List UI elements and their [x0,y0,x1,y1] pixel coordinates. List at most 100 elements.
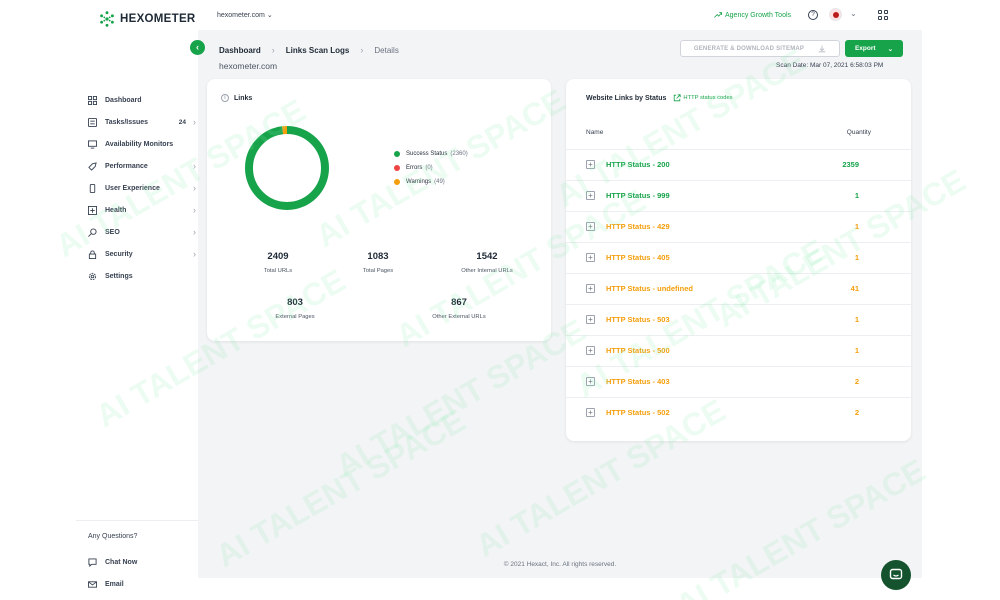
chevron-right-icon: › [271,45,275,55]
sidebar-item-user-experience[interactable]: User Experience › [88,177,196,199]
status-card-title: Website Links by Status HTTP status code… [586,94,733,102]
expand-plus-icon[interactable]: + [586,377,595,386]
status-name: HTTP Status - 403 [606,377,670,386]
hexometer-logo-icon [100,11,114,27]
expand-plus-icon[interactable]: + [586,346,595,355]
expand-plus-icon[interactable]: + [586,315,595,324]
sidebar-item-security[interactable]: Security › [88,243,196,265]
sidebar-item-dashboard[interactable]: Dashboard [88,89,196,111]
table-row[interactable]: + HTTP Status - 503 1 [566,304,911,335]
sidebar-footer: Any Questions? Chat Now Email [76,520,198,595]
column-header-name: Name [586,129,604,136]
chevron-right-icon: › [193,227,196,237]
expand-plus-icon[interactable]: + [586,191,595,200]
sidebar-item-availability[interactable]: Availability Monitors [88,133,196,155]
expand-plus-icon[interactable]: + [586,160,595,169]
status-quantity: 2 [854,377,859,386]
legend-label: Success Status [406,151,448,157]
table-row[interactable]: + HTTP Status - 502 2 [566,397,911,428]
table-row[interactable]: + HTTP Status - 999 1 [566,180,911,211]
status-name: HTTP Status - 500 [606,346,670,355]
export-label: Export [854,45,876,52]
questions-title: Any Questions? [88,533,138,540]
sidebar-item-tasks[interactable]: Tasks/Issues 24 › [88,111,196,133]
stat-other-internal: 1542 Other Internal URLs [437,251,537,274]
stat-label: Other External URLs [432,314,486,320]
expand-plus-icon[interactable]: + [586,253,595,262]
chat-widget-button[interactable] [881,560,911,590]
stat-value: 1083 [367,251,389,262]
sidebar: HEXOMETER Dashboard Tasks/Issues 24 › Av… [76,0,198,600]
chevron-down-icon[interactable]: ⌄ [850,9,857,18]
search-icon [88,227,97,237]
stat-total-pages: 1083 Total Pages [328,251,428,274]
generate-sitemap-button[interactable]: GENERATE & DOWNLOAD SITEMAP [680,40,840,57]
agency-growth-tools-link[interactable]: Agency Growth Tools [714,11,791,19]
sidebar-item-label: Security [105,250,133,258]
stat-value: 867 [451,297,467,308]
chevron-right-icon: › [360,45,364,55]
back-button[interactable]: ‹ [190,40,205,55]
table-row[interactable]: + HTTP Status - undefined 41 [566,273,911,304]
sidebar-item-label: Dashboard [105,96,142,104]
logo[interactable]: HEXOMETER [98,10,196,28]
sidebar-item-health[interactable]: Health › [88,199,196,221]
links-donut-chart [245,126,329,210]
table-row[interactable]: + HTTP Status - 403 2 [566,366,911,397]
gear-icon [88,272,97,281]
scan-date: Scan Date: Mar 07, 2021 6:58:03 PM [776,62,884,69]
table-row[interactable]: + HTTP Status - 429 1 [566,211,911,242]
http-status-codes-label: HTTP status codes [683,95,733,101]
breadcrumb-dashboard[interactable]: Dashboard [219,46,261,55]
breadcrumb-links-scan-logs[interactable]: Links Scan Logs [286,46,350,55]
mobile-icon [88,183,97,193]
status-quantity: 41 [850,284,859,293]
stat-value: 803 [287,297,303,308]
sidebar-item-seo[interactable]: SEO › [88,221,196,243]
chat-now-label: Chat Now [105,558,138,566]
domain-select[interactable]: hexometer.com ⌄ [217,11,273,19]
mail-icon [88,580,97,589]
table-row[interactable]: + HTTP Status - 200 2359 [566,149,911,180]
email-label: Email [105,580,124,588]
status-name: HTTP Status - 999 [606,191,670,200]
tasks-icon [88,117,97,127]
column-header-quantity: Quantity [846,129,871,136]
expand-plus-icon[interactable]: + [586,222,595,231]
expand-plus-icon[interactable]: + [586,284,595,293]
status-name: HTTP Status - 429 [606,222,670,231]
legend-warnings: Warnings (49) [394,175,468,189]
status-quantity: 1 [854,253,859,262]
status-quantity: 1 [854,222,859,231]
links-legend: Success Status (2360) Errors (0) Warning… [394,147,468,189]
avatar[interactable] [829,8,842,21]
table-row[interactable]: + HTTP Status - 500 1 [566,335,911,366]
legend-count: (2360) [450,151,468,157]
expand-plus-icon[interactable]: + [586,408,595,417]
sidebar-item-label: Performance [105,162,148,170]
sidebar-item-label: SEO [105,228,120,236]
sidebar-item-settings[interactable]: Settings [88,265,196,287]
legend-dot-errors [394,165,400,171]
status-quantity: 2 [854,408,859,417]
help-icon[interactable]: ? [808,10,818,20]
stat-label: External Pages [275,314,315,320]
email-link[interactable]: Email [88,573,198,595]
monitor-icon [88,139,97,149]
sidebar-item-performance[interactable]: Performance › [88,155,196,177]
chevron-right-icon: › [193,161,196,171]
status-name: HTTP Status - undefined [606,284,693,293]
stat-label: Other Internal URLs [461,268,513,274]
export-button[interactable]: Export ⌄ [845,40,903,57]
info-icon[interactable]: i [221,94,229,102]
chat-now-link[interactable]: Chat Now [88,551,198,573]
apps-grid-icon[interactable] [878,10,888,20]
top-header: hexometer.com ⌄ Agency Growth Tools ? ⌄ [198,0,922,30]
links-card: i Links Success Status (2360) Errors (0)… [207,79,551,341]
legend-dot-success [394,151,400,157]
table-row[interactable]: + HTTP Status - 405 1 [566,242,911,273]
sidebar-item-label: Health [105,206,127,214]
http-status-codes-link[interactable]: HTTP status codes [673,94,733,102]
legend-errors: Errors (0) [394,161,468,175]
lock-icon [88,249,97,259]
